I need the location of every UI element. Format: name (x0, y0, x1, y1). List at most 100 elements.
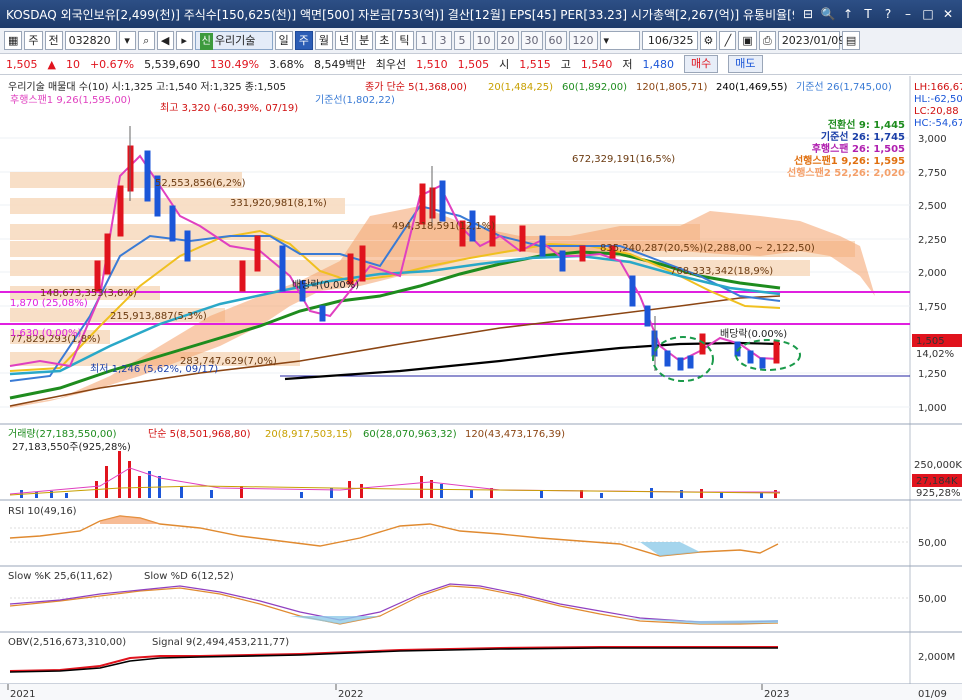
current-price: 1,505 (6, 57, 38, 71)
volume-ma20-legend: 20(8,917,503,15) (265, 429, 352, 440)
price-change-pct: +0.67% (89, 57, 135, 71)
minimize-icon[interactable]: – (900, 6, 916, 22)
tab-month[interactable]: 월 (314, 31, 334, 50)
save-icon[interactable]: ▣ (738, 31, 757, 50)
chikou-hint: 후행스팬1 9,26(1,595,00) (10, 94, 131, 106)
interval-30[interactable]: 30 (520, 31, 543, 50)
calendar-icon[interactable]: ▤ (841, 31, 861, 50)
sell-button[interactable]: 매도 (728, 55, 763, 73)
credit-badge: 신 (199, 33, 213, 50)
print-icon[interactable]: ⎙ (758, 31, 776, 50)
ma60-legend: 60(1,892,00) (562, 82, 627, 93)
text-icon[interactable]: T (860, 6, 876, 22)
volume-profile-label-4: 494,318,591(12,1%) (392, 221, 495, 232)
time-label-2021: 2021 (10, 689, 35, 700)
lc-label: LC:20,88 (914, 106, 959, 117)
interval-60[interactable]: 60 (544, 31, 567, 50)
page-counter: 106/325 (641, 31, 698, 50)
chart-area[interactable]: 최고 3,320 (-60,39%, 07/19) 최저 1,246 (5,62… (0, 76, 962, 700)
stock-code-input[interactable]: 032820 (64, 31, 117, 50)
time-label-date: 01/09 (918, 689, 947, 700)
volume-ratio: 130.49% (210, 57, 260, 71)
stock-name: 우리기술 (214, 34, 256, 47)
volume-axis: 250,000K (914, 460, 962, 471)
volume-profile-label-6: 768,333,342(18,9%) (670, 266, 773, 277)
chikou-legend: 후행스팬 26: 1,505 (812, 142, 905, 155)
help-icon[interactable]: ? (880, 6, 896, 22)
time-label-2022: 2022 (338, 689, 363, 700)
price-tick-1750: 1,750 (918, 302, 947, 313)
interval-3[interactable]: 3 (434, 31, 452, 50)
toolbar: ▦ 주 전 032820 ▾ ⌕ ◀ ▸ 신 우리기술 일 주 월 년 분 초 틱… (0, 28, 962, 54)
tab-week[interactable]: 주 (294, 31, 313, 50)
sound-icon[interactable]: ◀ (156, 31, 174, 50)
tab-tick[interactable]: 틱 (395, 31, 414, 50)
low-price: 1,480 (642, 57, 675, 71)
search-button[interactable]: ▾ (118, 31, 136, 50)
volume-profile-label-9: 283,747,629(7,0%) (180, 356, 277, 367)
time-axis: 2021 2022 2023 01/09 (0, 684, 962, 700)
kijun-legend: 기준선 26(1,745,00) (796, 81, 892, 93)
obv-legend: OBV(2,516,673,310,00) (8, 637, 126, 648)
slow-axis: 50,00 (918, 594, 947, 605)
volume-profile-label-3: 672,329,191(16,5%) (572, 154, 675, 165)
tab-year[interactable]: 년 (335, 31, 354, 50)
tab-minute[interactable]: 분 (355, 31, 374, 50)
quote-strip: 1,505 ▲ 10 +0.67% 5,539,690 130.49% 3.68… (0, 54, 962, 75)
interval-1[interactable]: 1 (415, 31, 433, 50)
date-input[interactable]: 2023/01/09 (777, 31, 845, 50)
volume-sub: 27,183,550주(925,28%) (12, 442, 131, 453)
price-panel-header: 우리기술 매물대 수(10) 시:1,325 고:1,540 저:1,325 종… (8, 81, 286, 93)
trade-amount: 8,549백만 (314, 58, 366, 71)
interval-10[interactable]: 10 (472, 31, 495, 50)
price-change: 10 (65, 57, 80, 71)
tab-day[interactable]: 일 (274, 31, 293, 50)
interval-120[interactable]: 120 (568, 31, 598, 50)
volume-profile-label-8: 215,913,887(5,3%) (110, 311, 207, 322)
dividend-annotation-1: 배당락(0.00%) (720, 328, 787, 340)
menu-button[interactable]: 주 (24, 31, 43, 50)
low-label: 저 (622, 58, 633, 71)
high-price: 1,540 (580, 57, 613, 71)
grid-icon[interactable]: ▦ (4, 31, 23, 50)
price-tick-1250: 1,250 (918, 369, 947, 380)
interval-20[interactable]: 20 (496, 31, 519, 50)
open-label: 시 (499, 58, 510, 71)
rsi-legend: RSI 10(49,16) (8, 506, 77, 517)
more-icon[interactable]: ▸ (175, 31, 193, 50)
price-tick-3000: 3,000 (918, 134, 947, 145)
volume-ma120-legend: 120(43,473,176,39) (465, 429, 565, 440)
turnover: 3.68% (269, 57, 305, 71)
dividend-annotation-2: 배당락(0,00%) (292, 279, 359, 291)
current-price-pct: 14,02% (916, 349, 954, 360)
kijun-hint: 기준선(1,802,22) (315, 94, 395, 106)
interval-5[interactable]: 5 (453, 31, 471, 50)
prev-button[interactable]: 전 (44, 31, 63, 50)
buy-button[interactable]: 매수 (684, 55, 719, 73)
tab-second[interactable]: 초 (375, 31, 394, 50)
price-tick-2250: 2,250 (918, 235, 947, 246)
search-icon[interactable]: ⌕ (137, 31, 155, 50)
maximize-icon[interactable]: □ (920, 6, 936, 22)
price-tick-2750: 2,750 (918, 168, 947, 179)
chart-settings-icon[interactable]: ⚙ (699, 31, 718, 50)
resistance-label: 1,870 (25,08%) (10, 298, 88, 309)
up-arrow-icon: ▲ (47, 57, 56, 71)
window-title: KOSDAQ 외국인보유[2,499(천)] 주식수[150,625(천)] 액… (6, 7, 794, 22)
best-ask-label: 최우선 (375, 58, 407, 71)
line-icon[interactable]: ╱ (719, 31, 737, 50)
obv-axis: 2,000M (918, 652, 955, 663)
pin-icon[interactable]: ↑ (840, 6, 856, 22)
close-icon[interactable]: ✕ (940, 6, 956, 22)
search-icon[interactable]: 🔍 (820, 6, 836, 22)
interval-dropdown[interactable]: ▾ (599, 31, 640, 50)
kijun-legend-right: 기준선 26: 1,745 (821, 130, 905, 143)
price-tick-2500: 2,500 (918, 201, 947, 212)
volume-ma60-legend: 60(28,070,963,32) (363, 429, 457, 440)
senkou2-legend: 선행스팬2 52,26: 2,020 (787, 166, 905, 179)
slow-k-legend: Slow %K 25,6(11,62) (8, 571, 113, 582)
layout-icon[interactable]: ⊟ (800, 6, 816, 22)
price-tick-1000: 1,000 (918, 403, 947, 414)
price-tick-2000: 2,000 (918, 268, 947, 279)
rsi-axis: 50,00 (918, 538, 947, 549)
